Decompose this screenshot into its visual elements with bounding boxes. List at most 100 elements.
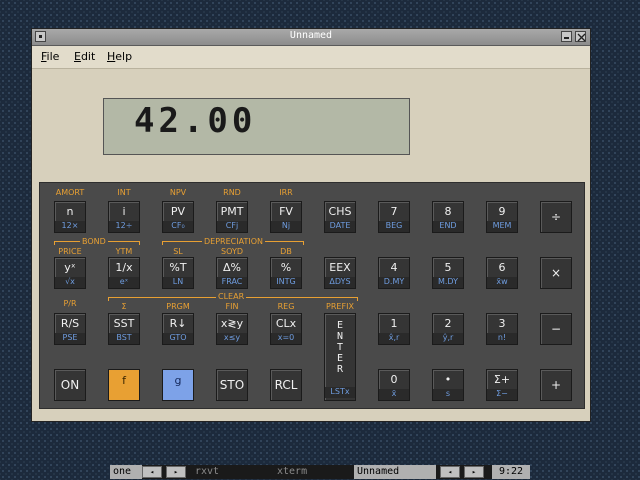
title-bar[interactable]: Unnamed	[32, 29, 590, 46]
key-fv[interactable]: FV Nj	[270, 201, 302, 233]
key-on[interactable]: ON	[54, 369, 86, 401]
key-g-label: END	[433, 221, 463, 232]
key-0[interactable]: 0 x̄	[378, 369, 410, 401]
menu-file-label: ile	[46, 50, 60, 63]
key-3[interactable]: 3 n!	[486, 313, 518, 345]
key-n[interactable]: n 12×	[54, 201, 86, 233]
task-rxvt[interactable]: rxvt	[192, 465, 278, 479]
key-2[interactable]: 2 ŷ,r	[432, 313, 464, 345]
key-5[interactable]: 5 M.DY	[432, 257, 464, 289]
key-label: n	[66, 205, 74, 218]
key-label: %	[280, 261, 292, 274]
key-label: 0	[390, 373, 398, 386]
key-chs[interactable]: CHS DATE	[324, 201, 356, 233]
task-prev-arrow[interactable]: ◂	[440, 466, 460, 478]
key-reciprocal[interactable]: 1/x eˣ	[108, 257, 140, 289]
key-decimal[interactable]: • s	[432, 369, 464, 401]
key-g-label: PSE	[55, 333, 85, 344]
workspace-prev-arrow[interactable]: ◂	[142, 466, 162, 478]
key-pmt[interactable]: PMT CFj	[216, 201, 248, 233]
key-add[interactable]: +	[540, 369, 572, 401]
f-label-npv: NPV	[169, 188, 187, 197]
key-g-label: CF₀	[163, 221, 193, 232]
f-label-irr: IRR	[279, 188, 293, 197]
key-8[interactable]: 8 END	[432, 201, 464, 233]
key-g-label: M.DY	[433, 277, 463, 288]
key-label: R/S	[60, 317, 80, 330]
key-enter[interactable]: ENTER LSTx	[324, 313, 356, 401]
key-g-label: s	[433, 389, 463, 400]
key-i[interactable]: i 12÷	[108, 201, 140, 233]
key-label: 6	[498, 261, 506, 274]
workspace-next-arrow[interactable]: ▸	[166, 466, 186, 478]
key-g-label: ŷ,r	[433, 333, 463, 344]
key-g-label: eˣ	[109, 277, 139, 288]
key-g-label: x≤y	[217, 333, 247, 344]
f-label-reg: REG	[277, 302, 295, 311]
workspace-name[interactable]: one	[110, 465, 142, 479]
key-label: ON	[60, 378, 80, 392]
key-6[interactable]: 6 x̄w	[486, 257, 518, 289]
key-label: 2	[444, 317, 452, 330]
key-1[interactable]: 1 x̂,r	[378, 313, 410, 345]
key-g-label: BST	[109, 333, 139, 344]
calculator-window: Unnamed File Edit Help 42.00 AMORT INT N…	[31, 28, 591, 422]
key-g-label: LN	[163, 277, 193, 288]
key-4[interactable]: 4 D.MY	[378, 257, 410, 289]
enter-letter: R	[336, 364, 344, 375]
key-label: Δ%	[223, 261, 241, 274]
menu-file[interactable]: File	[41, 50, 59, 63]
key-g-label: ΔDYS	[325, 277, 355, 288]
key-label: f	[122, 374, 126, 387]
key-g-label: GTO	[163, 333, 193, 344]
key-sigma-plus[interactable]: Σ+ Σ−	[486, 369, 518, 401]
key-sto[interactable]: STO	[216, 369, 248, 401]
bond-label: BOND	[80, 237, 108, 246]
key-pv[interactable]: PV CF₀	[162, 201, 194, 233]
key-g-label: CFj	[217, 221, 247, 232]
key-label: g	[174, 374, 182, 387]
key-percent-total[interactable]: %T LN	[162, 257, 194, 289]
key-eex[interactable]: EEX ΔDYS	[324, 257, 356, 289]
key-delta-percent[interactable]: Δ% FRAC	[216, 257, 248, 289]
menu-help-label: elp	[115, 50, 133, 63]
key-label: 1	[390, 317, 398, 330]
key-label: PV	[170, 205, 186, 218]
key-g-shift[interactable]: g	[162, 369, 194, 401]
key-sst[interactable]: SST BST	[108, 313, 140, 345]
key-divide[interactable]: ÷	[540, 201, 572, 233]
clear-label: CLEAR	[216, 292, 247, 301]
task-next-arrow[interactable]: ▸	[464, 466, 484, 478]
key-label: ÷	[550, 210, 562, 224]
key-g-label: BEG	[379, 221, 409, 232]
task-unnamed[interactable]: Unnamed	[354, 465, 436, 479]
task-xterm[interactable]: xterm	[274, 465, 356, 479]
key-f-shift[interactable]: f	[108, 369, 140, 401]
menu-help[interactable]: Help	[107, 50, 132, 63]
window-menu-button[interactable]	[35, 31, 46, 42]
f-label-pr: P/R	[63, 299, 77, 308]
key-g-label: Nj	[271, 221, 301, 232]
key-y-pow-x[interactable]: yˣ √x	[54, 257, 86, 289]
key-x-exchange-y[interactable]: x≷y x≤y	[216, 313, 248, 345]
key-7[interactable]: 7 BEG	[378, 201, 410, 233]
key-run-stop[interactable]: R/S PSE	[54, 313, 86, 345]
key-label: +	[550, 378, 562, 392]
close-button[interactable]	[575, 31, 586, 42]
key-clear-x[interactable]: CLx x=0	[270, 313, 302, 345]
key-percent[interactable]: % INTG	[270, 257, 302, 289]
enter-letter: E	[336, 320, 344, 331]
f-label-price: PRICE	[58, 247, 82, 256]
key-rcl[interactable]: RCL	[270, 369, 302, 401]
key-label: yˣ	[64, 261, 76, 274]
key-roll-down[interactable]: R↓ GTO	[162, 313, 194, 345]
key-label: FV	[279, 205, 293, 218]
key-9[interactable]: 9 MEM	[486, 201, 518, 233]
minimize-button[interactable]	[561, 31, 572, 42]
menu-edit[interactable]: Edit	[74, 50, 95, 63]
f-label-rnd: RND	[223, 188, 241, 197]
f-label-amort: AMORT	[55, 188, 85, 197]
key-multiply[interactable]: ×	[540, 257, 572, 289]
f-label-ytm: YTM	[115, 247, 133, 256]
key-subtract[interactable]: −	[540, 313, 572, 345]
